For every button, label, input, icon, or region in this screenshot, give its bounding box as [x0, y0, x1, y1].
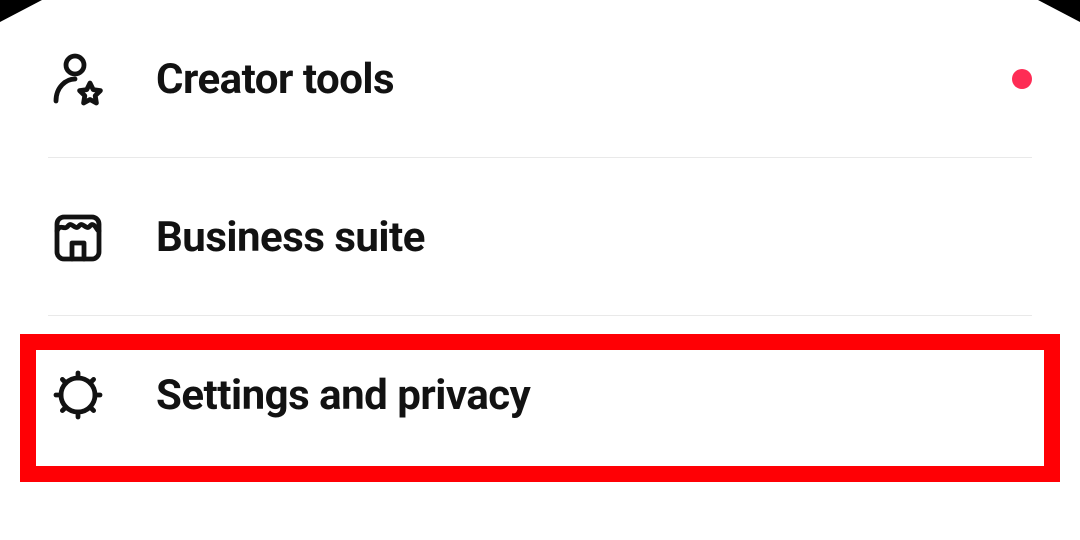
menu-item-label: Settings and privacy [156, 371, 530, 420]
menu-item-business-suite[interactable]: Business suite [0, 158, 1080, 316]
storefront-icon [48, 207, 108, 267]
gear-icon [48, 365, 108, 425]
menu-item-label: Business suite [156, 213, 425, 262]
notification-dot [1012, 69, 1032, 89]
menu-item-creator-tools[interactable]: Creator tools [0, 0, 1080, 158]
menu-item-label: Creator tools [156, 55, 394, 104]
person-star-icon [48, 49, 108, 109]
menu-list: Creator tools Business suite [0, 0, 1080, 474]
settings-panel: Creator tools Business suite [0, 0, 1080, 540]
menu-item-settings-privacy[interactable]: Settings and privacy [0, 316, 1080, 474]
